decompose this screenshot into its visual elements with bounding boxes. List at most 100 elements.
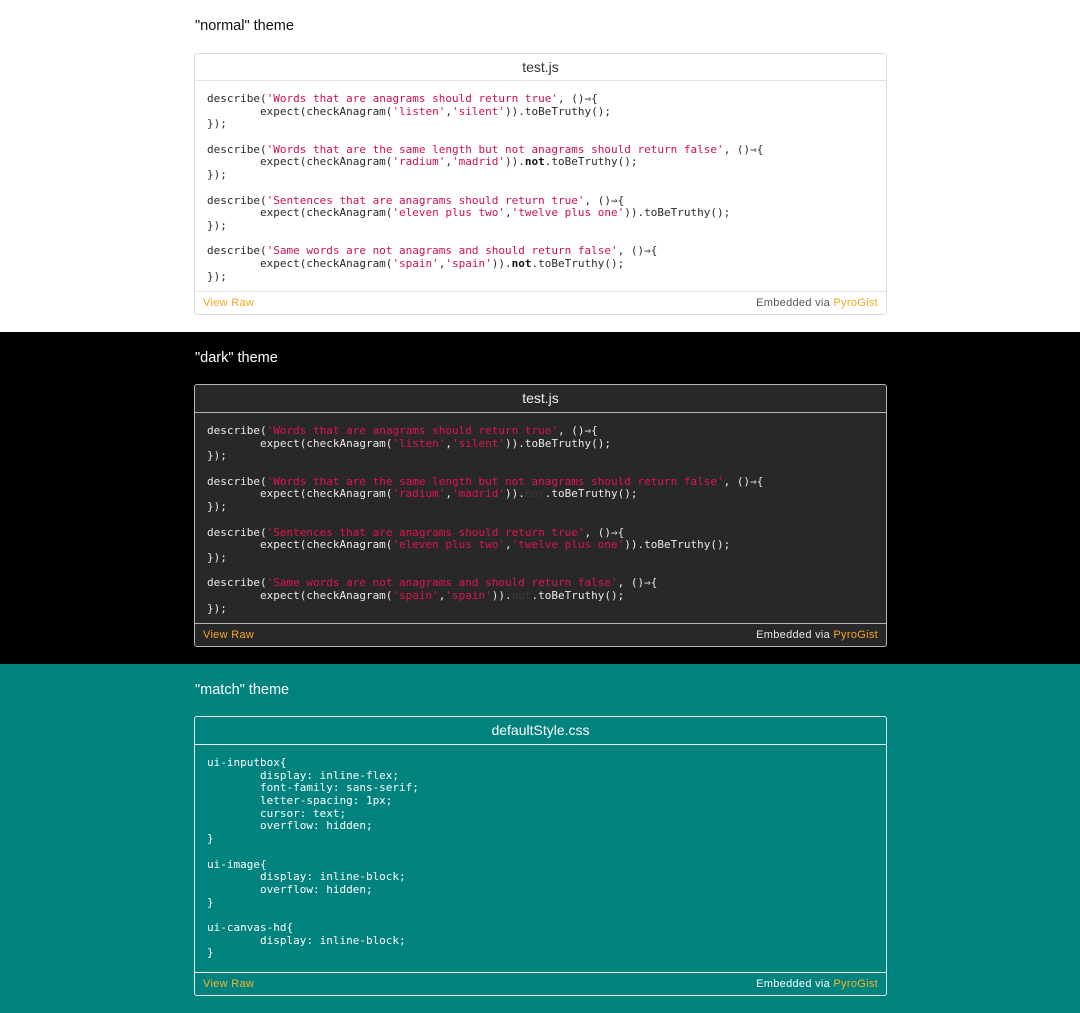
code-line: } <box>207 946 874 960</box>
code-string: 'radium' <box>392 487 446 501</box>
code-string: 'silent' <box>452 436 506 450</box>
code-text: describe( <box>207 193 267 207</box>
code-text: )).toBeTruthy(); <box>505 436 611 450</box>
code-line: }); <box>207 500 874 514</box>
pyrogist-link[interactable]: PyroGist <box>833 297 878 309</box>
gist-embed: defaultStyle.css ui-inputbox{ display: i… <box>194 716 887 996</box>
code-text: , ()⇒{ <box>584 525 625 539</box>
code-string: 'spain' <box>445 256 492 270</box>
code-text: }); <box>207 550 227 564</box>
pyrogist-link[interactable]: PyroGist <box>833 629 878 641</box>
code-line: expect(checkAnagram('listen','silent')).… <box>207 436 874 451</box>
code-string: 'Words that are the same length but not … <box>266 474 724 488</box>
code-string: 'madrid' <box>452 487 506 501</box>
code-string: 'madrid' <box>452 155 506 169</box>
code-text: }); <box>207 117 227 131</box>
code-text: cursor: text; <box>207 806 347 820</box>
code-text: describe( <box>207 142 267 156</box>
code-string: 'Words that are anagrams should return t… <box>266 424 559 437</box>
gist-embed: test.js describe('Words that are anagram… <box>194 384 887 647</box>
code-line: } <box>207 832 874 846</box>
section-dark-theme: "dark" theme test.js describe('Words tha… <box>0 332 1080 664</box>
code-string: 'twelve plus one' <box>511 206 625 220</box>
code-text: describe( <box>207 424 267 437</box>
code-keyword: not <box>524 155 545 169</box>
code-text: ui-image{ <box>207 857 267 871</box>
code-text: )).toBeTruthy(); <box>624 538 731 552</box>
code-string: 'Same words are not anagrams and should … <box>266 576 618 590</box>
gist-filename: test.js <box>195 54 886 81</box>
code-string: 'spain' <box>445 588 492 602</box>
code-text: , ()⇒{ <box>558 424 598 437</box>
code-text: , ()⇒{ <box>723 474 764 488</box>
embedded-via: Embedded via PyroGist <box>756 624 878 646</box>
code-line: }); <box>207 270 874 284</box>
code-line: }); <box>207 601 874 616</box>
code-keyword: not <box>511 588 532 602</box>
theme-label: "normal" theme <box>195 18 294 34</box>
code-text: )).toBeTruthy(); <box>624 206 731 220</box>
code-string: 'spain' <box>392 256 439 270</box>
code-string: 'Words that are anagrams should return t… <box>266 92 559 105</box>
code-string: 'listen' <box>392 436 446 450</box>
code-string: 'twelve plus one' <box>511 538 625 552</box>
code-line: } <box>207 895 874 910</box>
code-block: describe('Words that are anagrams should… <box>195 413 886 624</box>
code-string: 'Sentences that are anagrams should retu… <box>266 193 585 207</box>
code-keyword: not <box>524 487 545 501</box>
code-text: describe( <box>207 576 267 590</box>
code-line: expect(checkAnagram('spain','spain')).no… <box>207 588 874 603</box>
code-line: display: inline-block; <box>207 933 874 948</box>
code-string: 'spain' <box>392 588 439 602</box>
code-text: expect(checkAnagram( <box>207 436 393 450</box>
code-line: expect(checkAnagram('radium','madrid')).… <box>207 156 874 169</box>
code-text: } <box>207 895 214 909</box>
code-text: describe( <box>207 525 267 539</box>
code-text: )). <box>505 155 525 169</box>
code-text: overflow: hidden; <box>207 882 373 896</box>
code-string: 'silent' <box>452 104 506 118</box>
code-line: }); <box>207 550 874 565</box>
code-text: } <box>207 946 214 960</box>
code-keyword: not <box>511 256 532 270</box>
code-text: , ()⇒{ <box>584 193 625 207</box>
code-text: expect(checkAnagram( <box>207 206 393 220</box>
view-raw-link[interactable]: View Raw <box>203 624 254 646</box>
embedded-via-text: Embedded via <box>756 297 834 309</box>
code-text: display: inline-block; <box>207 933 406 947</box>
code-string: 'Same words are not anagrams and should … <box>266 244 618 258</box>
code-line: }); <box>207 118 874 131</box>
code-line: }); <box>207 450 874 463</box>
code-string: 'radium' <box>392 155 446 169</box>
pyrogist-link[interactable]: PyroGist <box>833 978 878 990</box>
code-string: 'listen' <box>392 104 446 118</box>
code-text: expect(checkAnagram( <box>207 104 393 118</box>
gist-footer: View Raw Embedded via PyroGist <box>195 972 886 995</box>
code-text: ui-canvas-hd{ <box>207 920 294 934</box>
code-text: expect(checkAnagram( <box>207 588 393 602</box>
view-raw-link[interactable]: View Raw <box>203 292 254 314</box>
code-block: describe('Words that are anagrams should… <box>195 81 886 292</box>
embedded-via: Embedded via PyroGist <box>756 292 878 314</box>
code-text: expect(checkAnagram( <box>207 155 393 169</box>
code-line: expect(checkAnagram('radium','madrid')).… <box>207 488 874 501</box>
gist-embed: test.js describe('Words that are anagram… <box>194 53 887 315</box>
code-text: )).toBeTruthy(); <box>505 104 611 118</box>
embedded-via: Embedded via PyroGist <box>756 973 878 995</box>
code-text: )). <box>491 588 512 602</box>
code-text: }); <box>207 218 227 232</box>
code-string: 'Words that are the same length but not … <box>266 142 724 156</box>
code-text: , <box>505 538 512 552</box>
code-line: }); <box>207 168 874 182</box>
code-line: expect(checkAnagram('eleven plus two','t… <box>207 206 874 220</box>
code-text: , ()⇒{ <box>617 244 658 258</box>
code-text: }); <box>207 168 227 182</box>
gist-footer: View Raw Embedded via PyroGist <box>195 291 886 314</box>
embedded-via-text: Embedded via <box>756 629 834 641</box>
code-string: 'eleven plus two' <box>392 206 506 220</box>
code-text: expect(checkAnagram( <box>207 487 393 501</box>
code-text: describe( <box>207 92 267 105</box>
view-raw-link[interactable]: View Raw <box>203 973 254 995</box>
code-text: }); <box>207 601 227 615</box>
code-text: , ()⇒{ <box>723 142 764 156</box>
